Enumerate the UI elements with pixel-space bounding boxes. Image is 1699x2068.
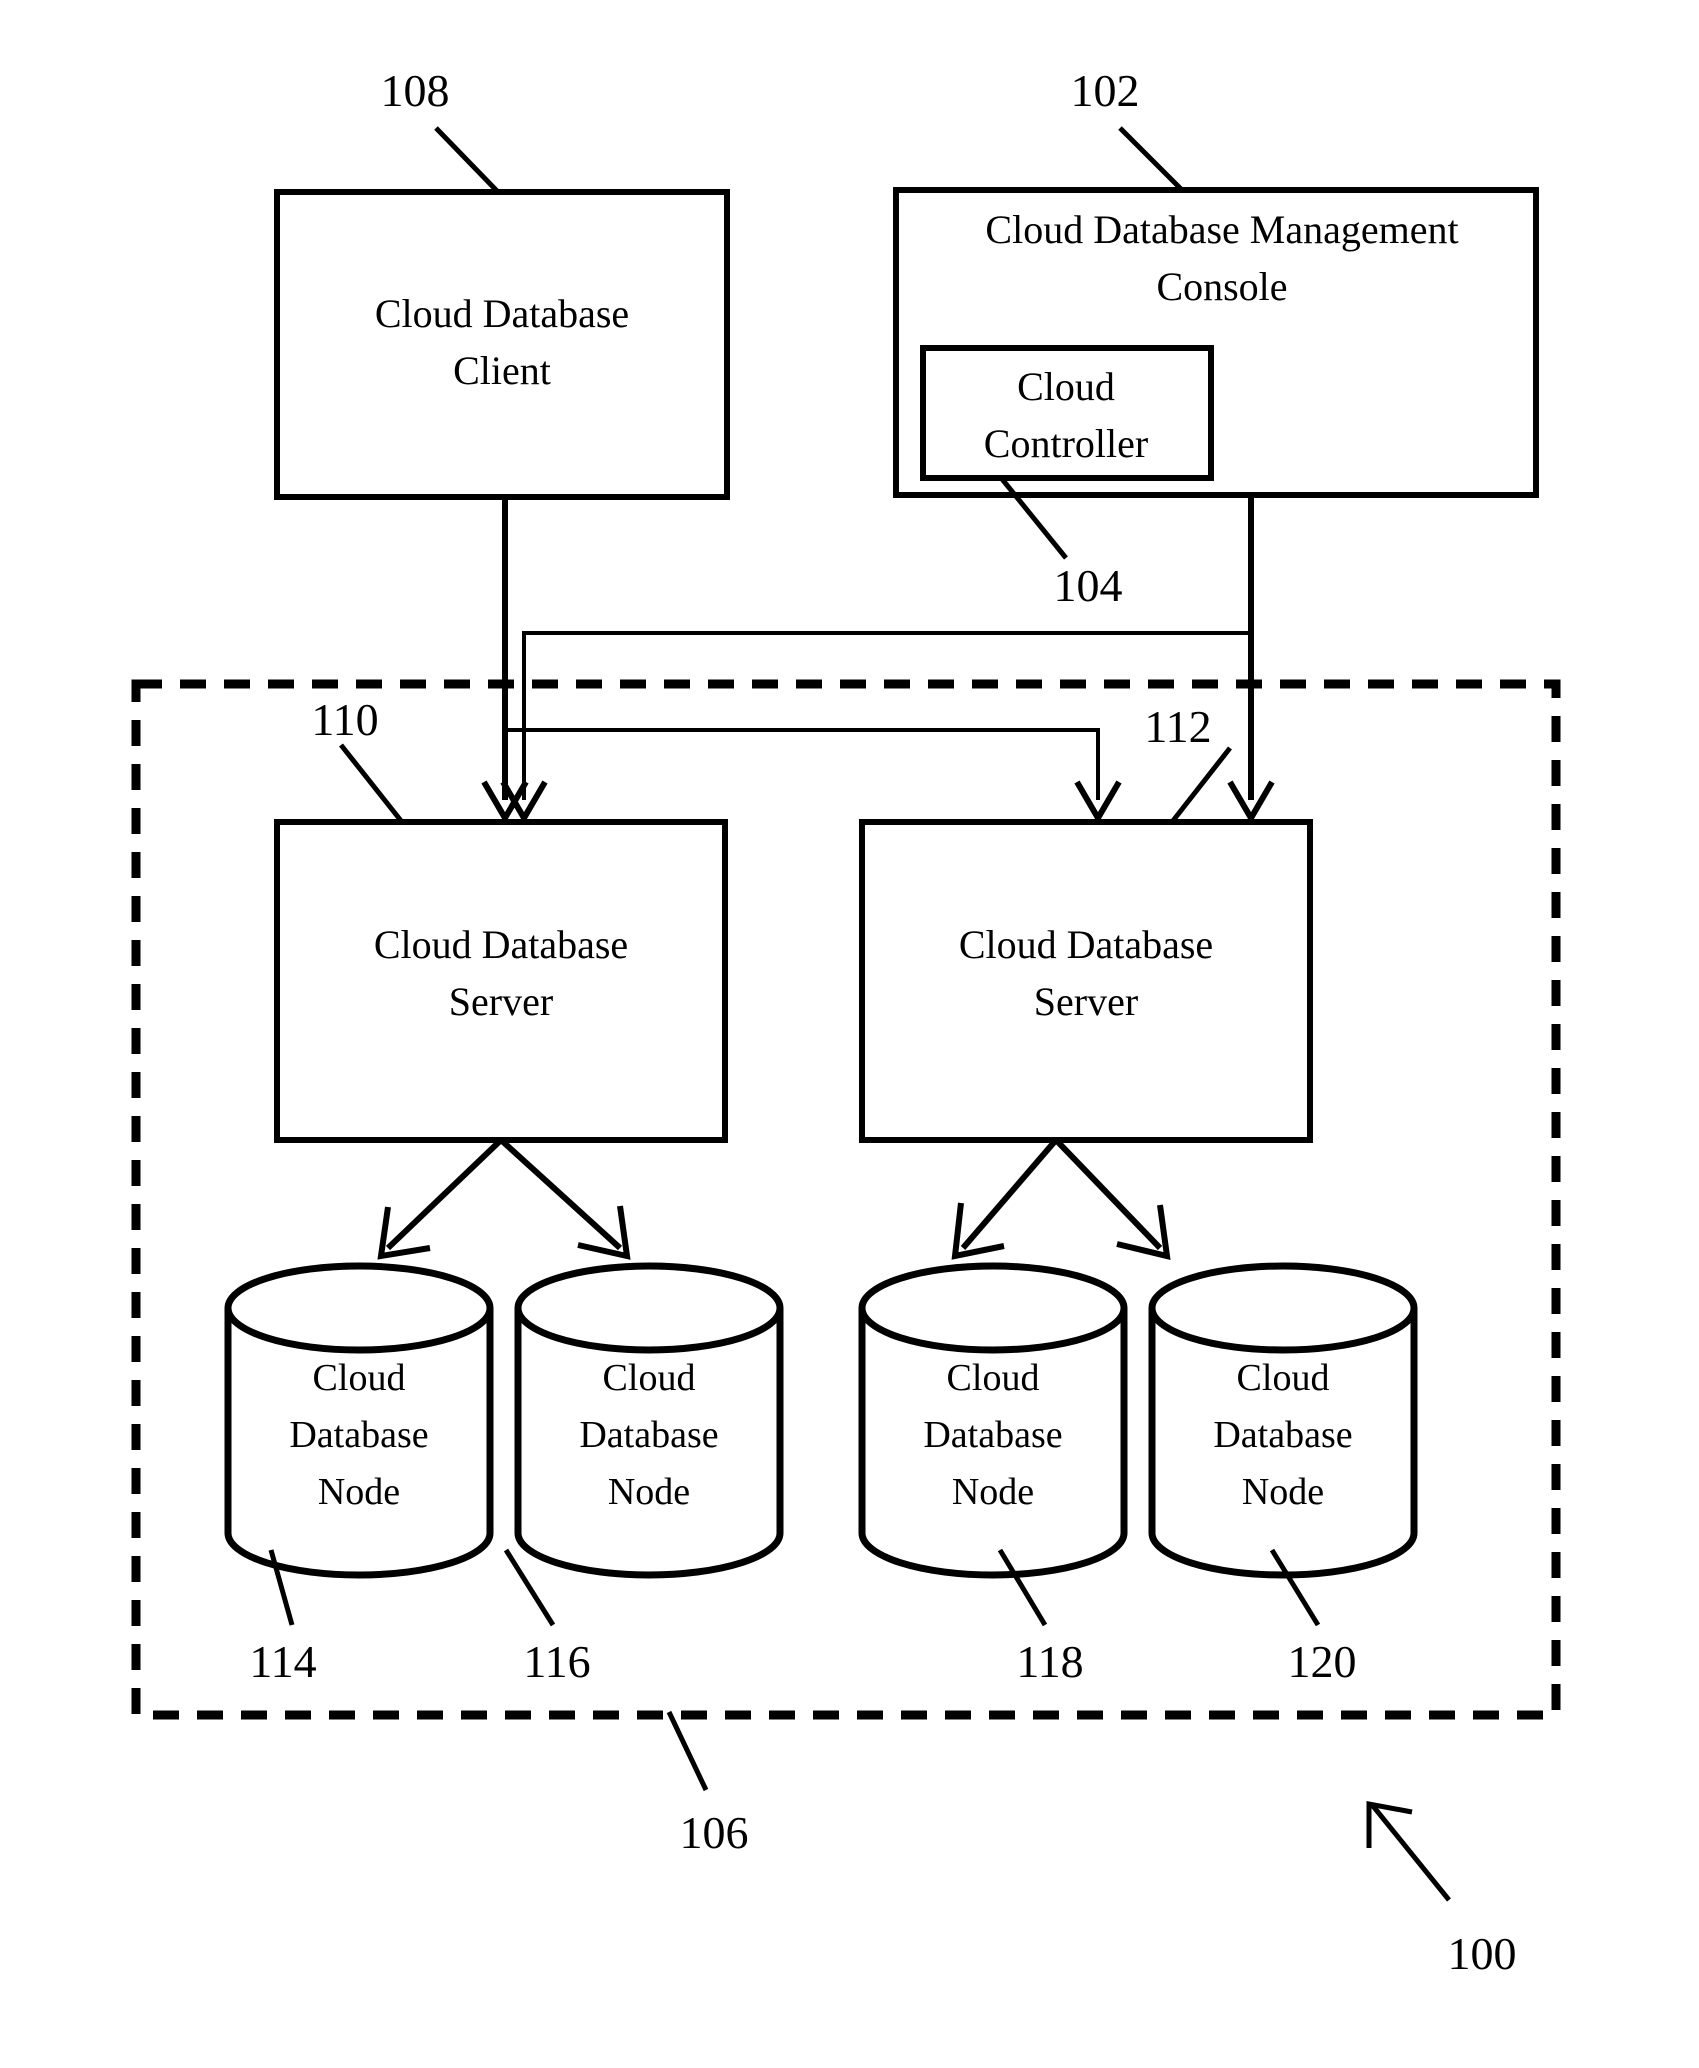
leader-line-102 bbox=[1118, 126, 1184, 192]
node-116-label-line2: Database bbox=[579, 1414, 718, 1456]
right-server-to-node-118-line bbox=[960, 1138, 1059, 1250]
cloud-database-client-box[interactable] bbox=[274, 189, 730, 500]
leader-line-106 bbox=[666, 1710, 709, 1792]
reference-numeral-106: 106 bbox=[680, 1807, 749, 1858]
server-right-label-line1: Cloud Database bbox=[959, 922, 1213, 967]
server-left-label-line2: Server bbox=[449, 979, 553, 1024]
node-114-label-line1: Cloud bbox=[313, 1357, 406, 1399]
node-120-label-line2: Database bbox=[1213, 1414, 1352, 1456]
controller-label-line2: Controller bbox=[984, 421, 1148, 466]
leader-line-110 bbox=[339, 743, 404, 824]
reference-numeral-114: 114 bbox=[249, 1636, 316, 1687]
node-114-label-line3: Node bbox=[318, 1471, 400, 1513]
reference-numeral-112: 112 bbox=[1144, 701, 1211, 752]
controller-label-line1: Cloud bbox=[1017, 364, 1115, 409]
node-118-label-line1: Cloud bbox=[947, 1357, 1040, 1399]
leader-line-112 bbox=[1170, 746, 1232, 824]
server-right-label-line2: Server bbox=[1034, 979, 1138, 1024]
diagram-canvas: Cloud Database Client Cloud Database Man… bbox=[131, 65, 1561, 1979]
reference-numeral-100: 100 bbox=[1448, 1928, 1517, 1979]
left-server-to-node-116-line bbox=[498, 1137, 623, 1251]
console-label-line1: Cloud Database Management bbox=[985, 207, 1458, 252]
node-114-label-line2: Database bbox=[289, 1414, 428, 1456]
client-to-right-server-line bbox=[503, 633, 1100, 800]
node-118-label-line3: Node bbox=[952, 1471, 1034, 1513]
server-left-label-line1: Cloud Database bbox=[374, 922, 628, 967]
client-label-line2: Client bbox=[453, 348, 551, 393]
reference-numeral-104: 104 bbox=[1054, 560, 1123, 611]
reference-numeral-116: 116 bbox=[523, 1636, 590, 1687]
node-116-label-line3: Node bbox=[608, 1471, 690, 1513]
reference-numeral-102: 102 bbox=[1071, 65, 1140, 116]
node-120-label-line3: Node bbox=[1242, 1471, 1324, 1513]
right-server-to-node-120-line bbox=[1053, 1137, 1163, 1251]
leader-line-108 bbox=[434, 126, 500, 194]
left-server-to-node-114-line bbox=[385, 1137, 504, 1251]
node-118-label-line2: Database bbox=[923, 1414, 1062, 1456]
overall-figure-arrow-line bbox=[1371, 1804, 1451, 1902]
patent-figure: Cloud Database Client Cloud Database Man… bbox=[0, 0, 1699, 2068]
reference-numeral-120: 120 bbox=[1288, 1636, 1357, 1687]
node-116-label-line1: Cloud bbox=[603, 1357, 696, 1399]
console-to-left-server-line bbox=[522, 495, 1253, 800]
reference-numeral-118: 118 bbox=[1016, 1636, 1083, 1687]
node-120-label-line1: Cloud bbox=[1237, 1357, 1330, 1399]
reference-numeral-108: 108 bbox=[381, 65, 450, 116]
reference-numeral-110: 110 bbox=[311, 694, 378, 745]
console-label-line2: Console bbox=[1156, 264, 1287, 309]
client-label-line1: Cloud Database bbox=[375, 291, 629, 336]
